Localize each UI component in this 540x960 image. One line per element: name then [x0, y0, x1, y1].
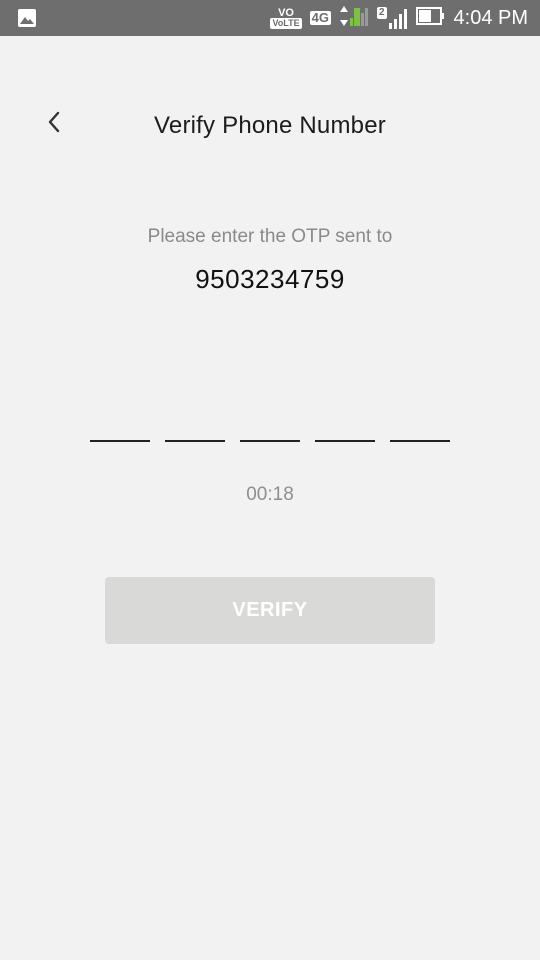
otp-digit-5[interactable]	[390, 400, 450, 442]
otp-digit-4[interactable]	[315, 400, 375, 442]
phone-number: 9503234759	[195, 264, 345, 294]
otp-digit-1[interactable]	[90, 400, 150, 442]
status-bar: VO VoLTE 4G 2 4:04 PM	[0, 0, 540, 36]
otp-digit-3[interactable]	[240, 400, 300, 442]
sim2-indicator: 2	[376, 7, 387, 19]
page-title: Verify Phone Number	[154, 112, 386, 139]
status-time: 4:04 PM	[453, 6, 528, 29]
otp-digit-2[interactable]	[165, 400, 225, 442]
verify-button[interactable]: VERIFY	[105, 577, 435, 644]
battery-icon	[415, 6, 446, 31]
volte-icon: VO VoLTE	[270, 6, 302, 29]
signal-icon	[339, 4, 369, 33]
otp-prompt: Please enter the OTP sent to	[147, 226, 393, 247]
network-4g-icon: 4G	[309, 10, 331, 25]
resend-timer: 00:18	[246, 484, 294, 505]
image-icon	[17, 8, 37, 28]
volte-label: VoLTE	[270, 17, 302, 29]
sim2-signal-icon: 2	[376, 7, 408, 29]
otp-input-group	[90, 400, 450, 442]
